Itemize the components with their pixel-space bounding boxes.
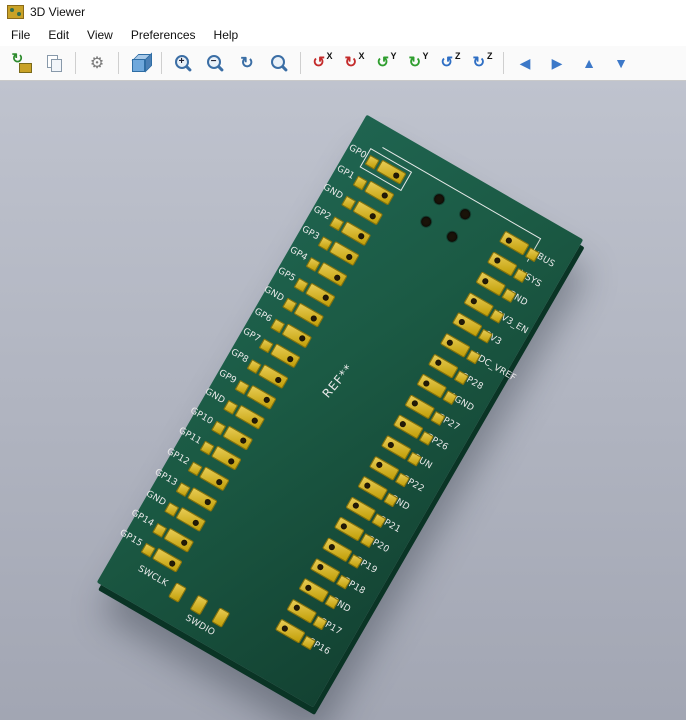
debug-pad <box>211 607 230 628</box>
rotate-z-cw-icon: ↻ Z <box>473 54 492 73</box>
window-title: 3D Viewer <box>30 5 85 19</box>
up-arrow-icon: ▲ <box>582 56 596 70</box>
toolbar-separator <box>75 52 76 74</box>
pan-down-button[interactable]: ▼ <box>606 49 636 77</box>
right-arrow-icon: ▶ <box>552 56 563 70</box>
zoom-fit-button[interactable] <box>264 49 294 77</box>
pin-pad <box>346 496 377 521</box>
rotate-x-cw-button[interactable]: ↻ X <box>339 49 369 77</box>
toolbar-separator <box>118 52 119 74</box>
pan-up-button[interactable]: ▲ <box>574 49 604 77</box>
pin-hole <box>328 543 336 551</box>
pin-hole <box>340 522 348 530</box>
copy-clipboard-icon <box>45 54 64 73</box>
pin-pad <box>487 251 518 276</box>
pin-pad <box>440 333 471 358</box>
pin-pad <box>416 374 447 399</box>
rotate-y-cw-icon: ↻ Y <box>409 54 428 73</box>
pcb-board: REF** SWCLK SWDIO GP0GP1GNDGP2GP3GP4GP5G… <box>97 115 584 708</box>
reload-board-button[interactable] <box>7 49 37 77</box>
pin-hole <box>316 563 324 571</box>
pin-hole <box>422 379 430 387</box>
pin-hole <box>399 420 407 428</box>
debug-pad <box>168 582 187 603</box>
down-arrow-icon: ▼ <box>614 56 628 70</box>
pin-hole <box>375 461 383 469</box>
pin-hole <box>458 318 466 326</box>
pin-pad <box>357 476 388 501</box>
pin-pad <box>393 414 424 439</box>
pin-pad <box>298 578 329 603</box>
rotate-x-ccw-icon: ↺ X <box>313 54 332 73</box>
pin-hole <box>481 277 489 285</box>
toolbar: ⚙ + − ↻ ↺ X ↻ X <box>0 46 686 81</box>
pin-hole <box>352 502 360 510</box>
pin-hole <box>304 583 312 591</box>
display-options-button[interactable]: ⚙ <box>82 49 112 77</box>
pin-hole <box>470 297 478 305</box>
pin-hole <box>293 604 301 612</box>
rotate-z-ccw-icon: ↺ Z <box>441 54 460 73</box>
rotate-x-ccw-button[interactable]: ↺ X <box>307 49 337 77</box>
title-bar: 3D Viewer <box>0 0 686 24</box>
pin-pad <box>464 292 495 317</box>
copy-image-button[interactable] <box>39 49 69 77</box>
toolbar-separator <box>300 52 301 74</box>
pin-hole <box>446 338 454 346</box>
zoom-fit-icon <box>270 54 289 73</box>
pin-pad <box>405 394 436 419</box>
redraw-icon: ↻ <box>238 54 257 73</box>
pin-hole <box>281 624 289 632</box>
rotate-z-ccw-button[interactable]: ↺ Z <box>435 49 465 77</box>
toolbar-separator <box>503 52 504 74</box>
zoom-in-button[interactable]: + <box>168 49 198 77</box>
pin-pad <box>334 517 365 542</box>
menu-help[interactable]: Help <box>205 26 248 44</box>
pin-hole <box>434 359 442 367</box>
menu-view[interactable]: View <box>78 26 122 44</box>
pin-hole <box>387 440 395 448</box>
3d-viewport[interactable]: REF** SWCLK SWDIO GP0GP1GNDGP2GP3GP4GP5G… <box>0 81 686 720</box>
pan-left-button[interactable]: ◀ <box>510 49 540 77</box>
rotate-y-cw-button[interactable]: ↻ Y <box>403 49 433 77</box>
pin-pad <box>475 271 506 296</box>
pin-hole <box>493 256 501 264</box>
pin-pad <box>275 619 306 644</box>
swdio-label: SWDIO <box>184 613 217 638</box>
pan-right-button[interactable]: ▶ <box>542 49 572 77</box>
pin-pad <box>287 598 318 623</box>
left-arrow-icon: ◀ <box>520 56 531 70</box>
rotate-x-cw-icon: ↻ X <box>345 54 364 73</box>
pin-pad <box>322 537 353 562</box>
redraw-button[interactable]: ↻ <box>232 49 262 77</box>
rotate-y-ccw-button[interactable]: ↺ Y <box>371 49 401 77</box>
menu-bar: File Edit View Preferences Help <box>0 24 686 46</box>
menu-preferences[interactable]: Preferences <box>122 26 205 44</box>
pin-hole <box>411 400 419 408</box>
3d-cube-icon <box>131 54 150 73</box>
rotate-y-ccw-icon: ↺ Y <box>377 54 396 73</box>
zoom-out-icon: − <box>206 54 225 73</box>
toolbar-separator <box>161 52 162 74</box>
pin-pad <box>452 312 483 337</box>
menu-file[interactable]: File <box>2 26 39 44</box>
menu-edit[interactable]: Edit <box>39 26 78 44</box>
rotate-z-cw-button[interactable]: ↻ Z <box>467 49 497 77</box>
pin-hole <box>505 236 513 244</box>
pin-pad <box>381 435 412 460</box>
zoom-out-button[interactable]: − <box>200 49 230 77</box>
pin-pad <box>310 558 341 583</box>
debug-pad <box>190 595 209 616</box>
app-window-icon <box>7 5 24 19</box>
pin-pad <box>428 353 459 378</box>
settings-gear-icon: ⚙ <box>88 54 107 73</box>
zoom-in-icon: + <box>174 54 193 73</box>
pin-hole <box>363 481 371 489</box>
raytracing-button[interactable] <box>125 49 155 77</box>
reload-board-icon <box>13 54 32 73</box>
pin-pad <box>369 455 400 480</box>
